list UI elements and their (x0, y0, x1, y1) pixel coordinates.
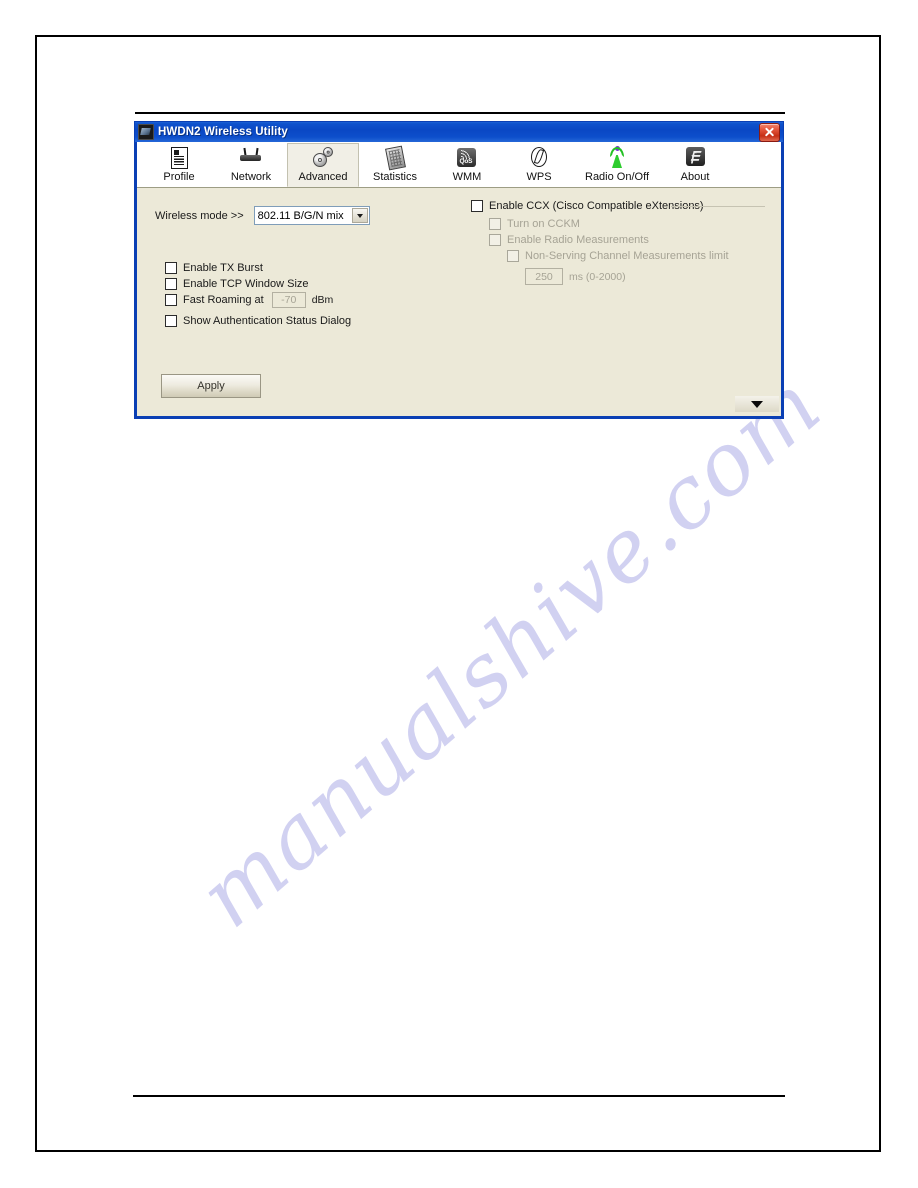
wireless-mode-select[interactable]: 802.11 B/G/N mix (253, 206, 370, 225)
scanned-manual-page: manualshive.com HWDN2 Wireless Utility P… (0, 0, 918, 1188)
option-non-serving-channel-limit: Non-Serving Channel Measurements limit (507, 248, 767, 264)
tab-network[interactable]: Network (215, 143, 287, 187)
checkbox-fast-roaming[interactable] (165, 294, 177, 306)
wireless-mode-value: 802.11 B/G/N mix (257, 209, 344, 222)
gears-icon (310, 146, 336, 170)
tab-wmm[interactable]: QoS WMM (431, 143, 503, 187)
profile-document-icon (166, 146, 192, 170)
wireless-utility-window: HWDN2 Wireless Utility Profile Network A… (134, 121, 784, 419)
ccx-limit-input: 250 (525, 268, 563, 285)
wireless-mode-row: Wireless mode >> 802.11 B/G/N mix (155, 206, 370, 225)
option-show-auth-status-dialog-label: Show Authentication Status Dialog (183, 315, 352, 327)
option-enable-tx-burst[interactable]: Enable TX Burst (165, 260, 351, 276)
tab-about[interactable]: f About (659, 143, 731, 187)
header-rule (135, 112, 785, 114)
tab-network-label: Network (230, 171, 272, 183)
apply-button[interactable]: Apply (161, 374, 261, 398)
ccx-limit-row: 250 ms (0-2000) (489, 268, 767, 285)
tab-strip: Profile Network Advanced Statistics QoS … (137, 142, 781, 188)
ccx-header-row[interactable]: Enable CCX (Cisco Compatible eXtensions) (471, 200, 767, 212)
advanced-tab-panel: Wireless mode >> 802.11 B/G/N mix Enable… (137, 188, 781, 413)
ccx-nested-option: Non-Serving Channel Measurements limit (489, 248, 767, 264)
checkbox-enable-tx-burst[interactable] (165, 262, 177, 274)
option-show-auth-status-dialog[interactable]: Show Authentication Status Dialog (165, 313, 351, 329)
checkbox-show-auth-status-dialog[interactable] (165, 315, 177, 327)
tab-wps[interactable]: WPS (503, 143, 575, 187)
option-non-serving-channel-limit-label: Non-Serving Channel Measurements limit (525, 250, 729, 262)
checkbox-non-serving-channel-limit (507, 250, 519, 262)
option-enable-tx-burst-label: Enable TX Burst (183, 262, 263, 274)
option-enable-tcp-window-size-label: Enable TCP Window Size (183, 278, 309, 290)
expand-down-button[interactable] (735, 396, 779, 412)
chevron-down-icon[interactable] (351, 208, 368, 223)
tab-profile-label: Profile (163, 171, 195, 183)
chevron-down-icon (751, 400, 763, 408)
option-fast-roaming-label: Fast Roaming at (183, 294, 264, 306)
footer-rule (133, 1095, 785, 1097)
tab-statistics[interactable]: Statistics (359, 143, 431, 187)
radio-antenna-icon (604, 146, 630, 170)
statistics-grid-icon (382, 145, 408, 171)
option-enable-tcp-window-size[interactable]: Enable TCP Window Size (165, 276, 351, 292)
checkbox-enable-radio-measurements (489, 234, 501, 246)
groupbox-rule (671, 206, 765, 207)
ccx-limit-unit: ms (0-2000) (569, 270, 626, 283)
option-turn-on-cckm: Turn on CCKM (489, 216, 767, 232)
wps-circle-icon (526, 146, 552, 170)
tab-wmm-label: WMM (452, 171, 482, 183)
tab-advanced[interactable]: Advanced (287, 143, 359, 187)
wireless-mode-label: Wireless mode >> (155, 209, 244, 222)
tab-radio-on-off[interactable]: Radio On/Off (575, 143, 659, 187)
checkbox-enable-ccx[interactable] (471, 200, 483, 212)
tab-about-label: About (680, 171, 710, 183)
ccx-sub-options: Turn on CCKM Enable Radio Measurements N… (471, 216, 767, 285)
option-enable-radio-measurements: Enable Radio Measurements (489, 232, 767, 248)
checkbox-turn-on-cckm (489, 218, 501, 230)
window-titlebar: HWDN2 Wireless Utility (134, 121, 784, 142)
tab-advanced-label: Advanced (298, 171, 348, 183)
fast-roaming-unit: dBm (311, 294, 334, 306)
qos-signal-icon: QoS (454, 146, 480, 170)
tab-profile[interactable]: Profile (143, 143, 215, 187)
wireless-adapter-icon (138, 124, 154, 140)
tab-statistics-label: Statistics (372, 171, 417, 183)
ccx-group: Enable CCX (Cisco Compatible eXtensions)… (471, 200, 767, 285)
advanced-options-list: Enable TX Burst Enable TCP Window Size F… (165, 260, 351, 329)
option-turn-on-cckm-label: Turn on CCKM (507, 218, 580, 230)
option-enable-radio-measurements-label: Enable Radio Measurements (507, 234, 649, 246)
checkbox-enable-tcp-window-size[interactable] (165, 278, 177, 290)
tab-wps-label: WPS (526, 171, 552, 183)
router-icon (238, 146, 264, 170)
option-fast-roaming[interactable]: Fast Roaming at -70 dBm (165, 292, 351, 308)
close-icon[interactable] (759, 122, 780, 142)
tab-radio-on-off-label: Radio On/Off (585, 171, 649, 183)
window-title: HWDN2 Wireless Utility (158, 126, 288, 138)
about-icon: f (682, 146, 708, 170)
fast-roaming-input[interactable]: -70 (271, 292, 306, 308)
